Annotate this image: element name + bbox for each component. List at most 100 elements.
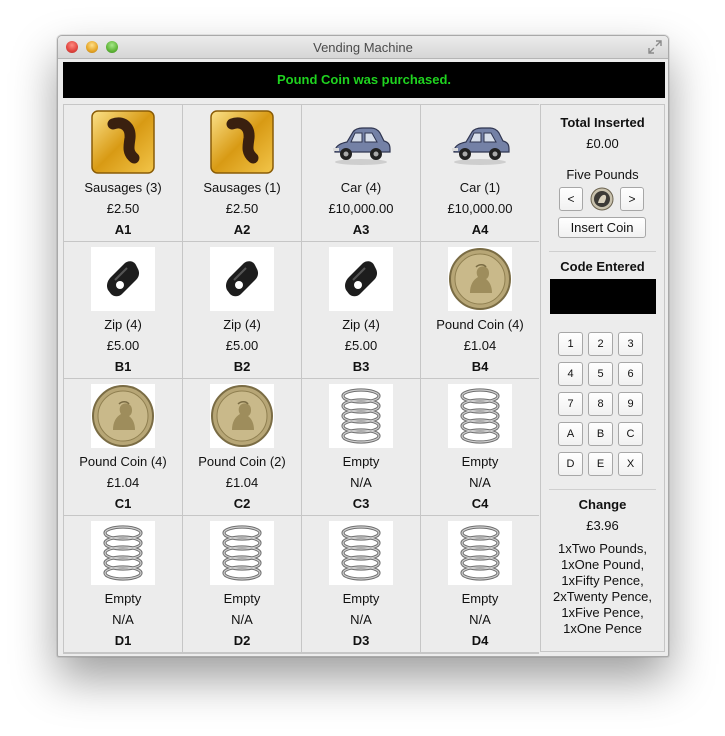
keypad-button-a[interactable]: A xyxy=(558,422,583,446)
selected-coin-label: Five Pounds xyxy=(566,167,639,182)
product-code: D3 xyxy=(352,633,370,648)
product-price: N/A xyxy=(350,612,372,627)
product-slot-b4: Pound Coin (4) £1.04 B4 xyxy=(421,242,539,378)
product-name: Empty xyxy=(342,591,380,606)
product-code: C2 xyxy=(233,496,251,511)
change-value: £3.96 xyxy=(586,518,619,533)
total-inserted-value: £0.00 xyxy=(586,136,619,151)
pound-coin-icon xyxy=(210,384,274,448)
spring-icon xyxy=(329,521,393,585)
keypad-button-5[interactable]: 5 xyxy=(588,362,613,386)
product-slot-a3: Car (4) £10,000.00 A3 xyxy=(302,105,420,241)
keypad-button-7[interactable]: 7 xyxy=(558,392,583,416)
keypad-button-4[interactable]: 4 xyxy=(558,362,583,386)
keypad-button-8[interactable]: 8 xyxy=(588,392,613,416)
fullscreen-icon[interactable] xyxy=(648,40,662,54)
keypad-button-x[interactable]: X xyxy=(618,452,643,476)
change-line: 1xOne Pound, xyxy=(560,557,645,572)
product-slot-a1: Sausages (3) £2.50 A1 xyxy=(64,105,182,241)
product-price: N/A xyxy=(231,612,253,627)
product-price: £10,000.00 xyxy=(328,201,394,216)
product-slot-c4: Empty N/A C4 xyxy=(421,379,539,515)
product-name: Sausages (1) xyxy=(203,180,281,195)
product-slot-c2: Pound Coin (2) £1.04 C2 xyxy=(183,379,301,515)
product-code: B4 xyxy=(471,359,489,374)
product-code: D2 xyxy=(233,633,251,648)
sausage-icon xyxy=(210,110,274,174)
keypad-button-1[interactable]: 1 xyxy=(558,332,583,356)
product-name: Car (1) xyxy=(459,180,501,195)
product-price: N/A xyxy=(469,475,491,490)
product-price: £5.00 xyxy=(225,338,259,353)
product-slot-c3: Empty N/A C3 xyxy=(302,379,420,515)
change-line: 1xTwo Pounds, xyxy=(558,541,647,556)
spring-icon xyxy=(448,384,512,448)
product-slot-a2: Sausages (1) £2.50 A2 xyxy=(183,105,301,241)
window-title: Vending Machine xyxy=(313,40,413,55)
spring-icon xyxy=(91,521,155,585)
product-price: £1.04 xyxy=(225,475,259,490)
product-name: Empty xyxy=(461,591,499,606)
keypad-button-c[interactable]: C xyxy=(618,422,643,446)
product-price: £1.04 xyxy=(106,475,140,490)
status-message: Pound Coin was purchased. xyxy=(63,62,665,98)
change-heading: Change xyxy=(578,497,627,512)
keypad-button-3[interactable]: 3 xyxy=(618,332,643,356)
product-price: N/A xyxy=(469,612,491,627)
product-slot-d2: Empty N/A D2 xyxy=(183,516,301,652)
product-code: A3 xyxy=(352,222,370,237)
product-name: Pound Coin (4) xyxy=(79,454,167,469)
product-name: Zip (4) xyxy=(342,317,380,332)
keypad-button-d[interactable]: D xyxy=(558,452,583,476)
pound-coin-icon xyxy=(91,384,155,448)
keypad-button-6[interactable]: 6 xyxy=(618,362,643,386)
product-price: £10,000.00 xyxy=(447,201,513,216)
zip-icon xyxy=(210,247,274,311)
spring-icon xyxy=(210,521,274,585)
product-name: Empty xyxy=(223,591,261,606)
product-price: £2.50 xyxy=(106,201,140,216)
five-pound-coin-icon xyxy=(590,187,614,211)
product-code: C4 xyxy=(471,496,489,511)
total-inserted-heading: Total Inserted xyxy=(560,115,645,130)
product-code: B3 xyxy=(352,359,370,374)
product-price: £1.04 xyxy=(463,338,497,353)
code-entered-display xyxy=(550,279,656,314)
product-name: Empty xyxy=(342,454,380,469)
keypad-button-b[interactable]: B xyxy=(588,422,613,446)
zip-icon xyxy=(329,247,393,311)
product-code: C1 xyxy=(114,496,132,511)
car-icon xyxy=(329,110,393,174)
insert-coin-button[interactable]: Insert Coin xyxy=(558,217,646,238)
previous-coin-button[interactable]: < xyxy=(559,187,583,211)
keypad-button-2[interactable]: 2 xyxy=(588,332,613,356)
change-line: 1xFive Pence, xyxy=(561,605,644,620)
product-name: Zip (4) xyxy=(104,317,142,332)
next-coin-button[interactable]: > xyxy=(620,187,644,211)
car-icon xyxy=(448,110,512,174)
product-code: D4 xyxy=(471,633,489,648)
product-name: Pound Coin (4) xyxy=(436,317,524,332)
product-code: C3 xyxy=(352,496,370,511)
spring-icon xyxy=(329,384,393,448)
product-price: £2.50 xyxy=(225,201,259,216)
keypad-button-9[interactable]: 9 xyxy=(618,392,643,416)
title-bar: Vending Machine xyxy=(58,36,668,59)
product-slot-b1: Zip (4) £5.00 B1 xyxy=(64,242,182,378)
divider xyxy=(549,251,656,252)
vending-machine-window: Vending Machine Pound Coin was purchased… xyxy=(57,35,669,657)
product-name: Empty xyxy=(104,591,142,606)
pound-coin-icon xyxy=(448,247,512,311)
product-price: N/A xyxy=(112,612,134,627)
product-name: Sausages (3) xyxy=(84,180,162,195)
product-name: Pound Coin (2) xyxy=(198,454,286,469)
product-code: D1 xyxy=(114,633,132,648)
product-slot-c1: Pound Coin (4) £1.04 C1 xyxy=(64,379,182,515)
product-code: B2 xyxy=(233,359,251,374)
code-entered-heading: Code Entered xyxy=(560,259,645,274)
keypad-button-e[interactable]: E xyxy=(588,452,613,476)
product-grid: Sausages (3) £2.50 A1 Sausages (1) £2.50 A2 Ca… xyxy=(63,104,539,654)
change-breakdown: 1xTwo Pounds, 1xOne Pound, 1xFifty Pence, 2… xyxy=(541,541,664,637)
sausage-icon xyxy=(91,110,155,174)
product-name: Empty xyxy=(461,454,499,469)
